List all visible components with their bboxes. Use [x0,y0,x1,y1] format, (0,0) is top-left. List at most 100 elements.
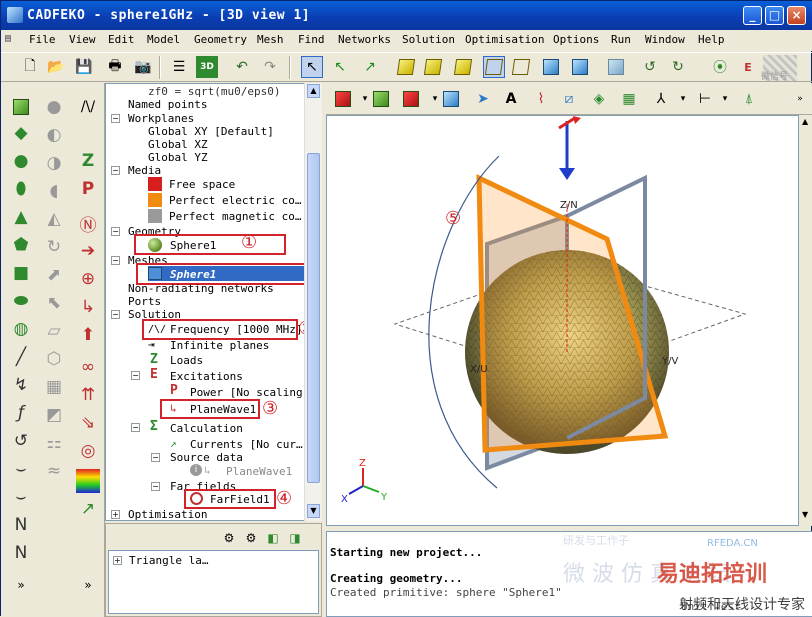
view-toolbar-more-icon[interactable]: » [789,88,811,110]
parabola-icon[interactable]: ⌣ [9,457,33,481]
view-graph-icon[interactable]: ⌇ [530,88,552,110]
mdi-document-icon[interactable]: ▤ [5,33,19,47]
expand-media-icon[interactable]: − [111,166,120,175]
menu-mesh[interactable]: Mesh [257,33,284,46]
spin-icon[interactable]: ↻ [42,235,66,259]
expand-meshes-icon[interactable]: − [111,256,120,265]
undo-icon[interactable]: ↶ [231,56,253,78]
redo-icon[interactable]: ↷ [259,56,281,78]
optimisation-arrow-icon[interactable]: ↗ [76,497,100,521]
scroll-thumb[interactable] [307,153,320,483]
tree-wp-xz[interactable]: Global XZ [148,138,208,151]
view-mesh-cube-icon[interactable] [440,88,462,110]
rectangle-icon[interactable]: ■ [9,261,33,285]
union-gray-icon[interactable]: ⬡ [42,347,66,371]
cube-blue-icon[interactable] [540,56,562,78]
panel-tool-2-icon[interactable]: ⚙ [240,527,262,549]
details-triangle-item[interactable]: Triangle la… [129,554,208,567]
sphere-gray-icon[interactable]: ● [42,95,66,119]
split-icon[interactable]: ◩ [42,403,66,427]
expand-far-fields-icon[interactable]: − [151,482,160,491]
save-icon[interactable]: 💾 [73,56,95,78]
tree-workplanes[interactable]: Workplanes [128,112,194,125]
function-curve-icon[interactable]: ƒ [9,401,33,425]
expand-calculation-icon[interactable]: − [131,423,140,432]
stitch-icon[interactable]: ⬈ [42,263,66,287]
cube-outline-icon[interactable] [605,56,627,78]
view-symmetry-icon[interactable]: ⍋ [738,88,760,110]
menu-window[interactable]: Window [645,33,685,46]
select-geometry-icon[interactable]: ↖ [329,56,351,78]
tree-currents[interactable]: Currents [No cur… [190,438,303,451]
menu-view[interactable]: View [69,33,96,46]
spiral-icon[interactable]: ↺ [9,429,33,453]
details-list-icon[interactable]: ☰ [168,56,190,78]
view-vector-icon[interactable]: ➤ [472,88,494,110]
current-source-icon[interactable]: ↳ [76,295,100,319]
dropdown-4-icon[interactable]: ▾ [714,88,736,110]
camera-icon[interactable]: 📷 [132,56,154,78]
expand-optimisation-icon[interactable]: + [111,510,120,519]
flat-plate-icon[interactable]: ◆ [9,121,33,145]
port-icon[interactable]: ⊕ [76,267,100,291]
ring-icon[interactable]: ◍ [9,317,33,341]
new-file-icon[interactable]: 🗋 [19,56,41,78]
3d-viewport[interactable]: Z/N X/U Y/V ⑤ Z X Y [326,115,799,526]
tree-scrollbar[interactable]: ▲ ▼ [304,83,322,521]
shell-icon[interactable]: ◐ [42,123,66,147]
solid-icon[interactable]: ◑ [42,151,66,175]
menu-edit[interactable]: Edit [108,33,135,46]
cylinder-icon[interactable]: ⬮ [9,177,33,201]
tree-pmc[interactable]: Perfect magnetic co… [169,210,301,223]
view-axes-icon[interactable]: ⅄ [650,88,672,110]
maximize-button[interactable]: □ [765,6,784,25]
tree-pec[interactable]: Perfect electric co… [169,194,301,207]
expand-geometry-icon[interactable]: − [111,227,120,236]
polygon-icon[interactable]: ⬟ [9,233,33,257]
expand-source-data-icon[interactable]: − [151,453,160,462]
color-map-icon[interactable] [76,469,100,493]
tree-excitations[interactable]: Excitations [170,370,243,383]
expand-solution-icon[interactable]: − [111,310,120,319]
panel-tool-1-icon[interactable]: ⚙ [218,527,240,549]
polyline-icon[interactable]: ↯ [9,373,33,397]
select-pointer-icon[interactable]: ↖ [301,56,323,78]
view-cube-red-2-icon[interactable] [400,88,422,110]
tree-infinite-planes[interactable]: Infinite planes [170,339,269,352]
open-folder-icon[interactable]: 📂 [45,56,67,78]
power-icon[interactable]: P [76,177,100,201]
tree-ports[interactable]: Ports [128,295,161,308]
menu-networks[interactable]: Networks [338,33,391,46]
cone-icon[interactable]: ▲ [9,205,33,229]
tree-media[interactable]: Media [128,164,161,177]
half-sphere-icon[interactable]: ◖ [42,179,66,203]
tree-variable-partial[interactable]: zf0 = sqrt(mu0/eps0) [148,85,280,98]
menu-find[interactable]: Find [298,33,325,46]
rotate-right-icon[interactable]: ↻ [667,56,689,78]
view-cube-red-icon[interactable] [332,88,354,110]
wave-gray-icon[interactable]: ≈ [42,459,66,483]
tree-calculation[interactable]: Calculation [170,422,243,435]
plane-wave-icon[interactable]: ➔ [76,239,100,263]
near-field-icon[interactable]: ⇘ [76,411,100,435]
panel-tool-3-icon[interactable]: ◧ [262,527,284,549]
3d-view-icon[interactable]: 3D [196,56,218,78]
mesh-grid-icon[interactable]: ▦ [42,375,66,399]
menu-solution[interactable]: Solution [402,33,455,46]
cube-blue-2-icon[interactable] [569,56,591,78]
line-icon[interactable]: ╱ [9,345,33,369]
print-icon[interactable]: 🖶 [104,56,126,78]
view-frame-icon[interactable]: ⊢ [694,88,716,110]
voltage-source-icon[interactable]: Ⓝ [76,211,100,236]
far-field-create-icon[interactable]: ◎ [76,439,100,463]
more-tools-icon[interactable]: » [76,573,100,597]
tree-loads[interactable]: Loads [170,354,203,367]
loft-icon[interactable]: ◭ [42,207,66,231]
frequency-icon[interactable]: /\/ [76,95,100,119]
wireframe-cube-icon[interactable] [483,56,505,78]
sweep-icon[interactable]: ⬉ [42,291,66,315]
tree-wp-xy[interactable]: Global XY [Default] [148,125,274,138]
select-face-icon[interactable] [422,56,444,78]
tree-named-points[interactable]: Named points [128,98,207,111]
editfeko-icon[interactable]: E [737,56,759,78]
